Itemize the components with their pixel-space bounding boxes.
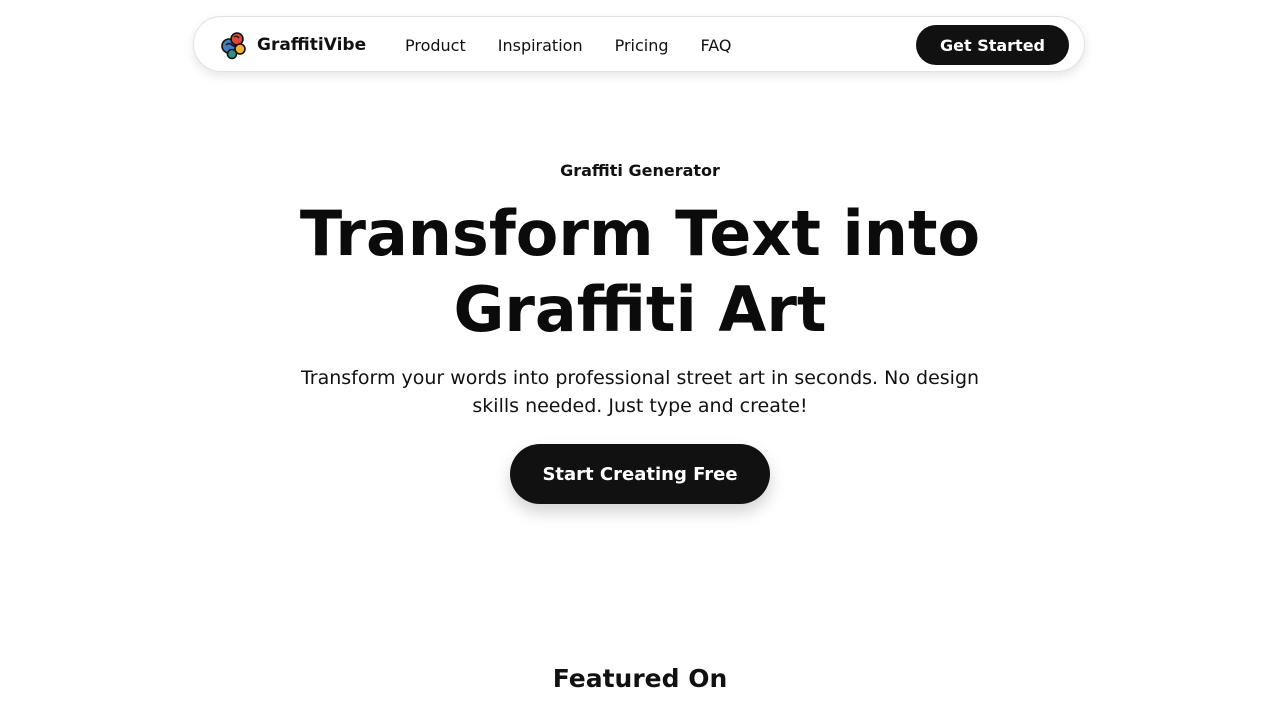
start-creating-button[interactable]: Start Creating Free — [510, 444, 770, 504]
hero-subhead: Transform your words into professional s… — [300, 367, 980, 417]
featured-on-heading: Featured On — [552, 664, 728, 693]
hero-headline: Transform Text into Graffiti Art — [299, 197, 981, 346]
brand[interactable]: GraffitiVibe — [220, 30, 366, 60]
nav-link-inspiration[interactable]: Inspiration — [498, 36, 583, 55]
nav-link-product[interactable]: Product — [405, 36, 466, 55]
top-navbar: GraffitiVibe Product Inspiration Pricing… — [193, 16, 1085, 72]
nav-link-pricing[interactable]: Pricing — [615, 36, 669, 55]
nav-links: Product Inspiration Pricing FAQ — [405, 17, 764, 73]
brand-name: GraffitiVibe — [257, 35, 367, 55]
nav-link-faq[interactable]: FAQ — [701, 36, 732, 55]
hero-eyebrow: Graffiti Generator — [560, 161, 720, 180]
get-started-button[interactable]: Get Started — [916, 25, 1069, 65]
graffiti-swirl-logo-icon — [221, 32, 246, 60]
